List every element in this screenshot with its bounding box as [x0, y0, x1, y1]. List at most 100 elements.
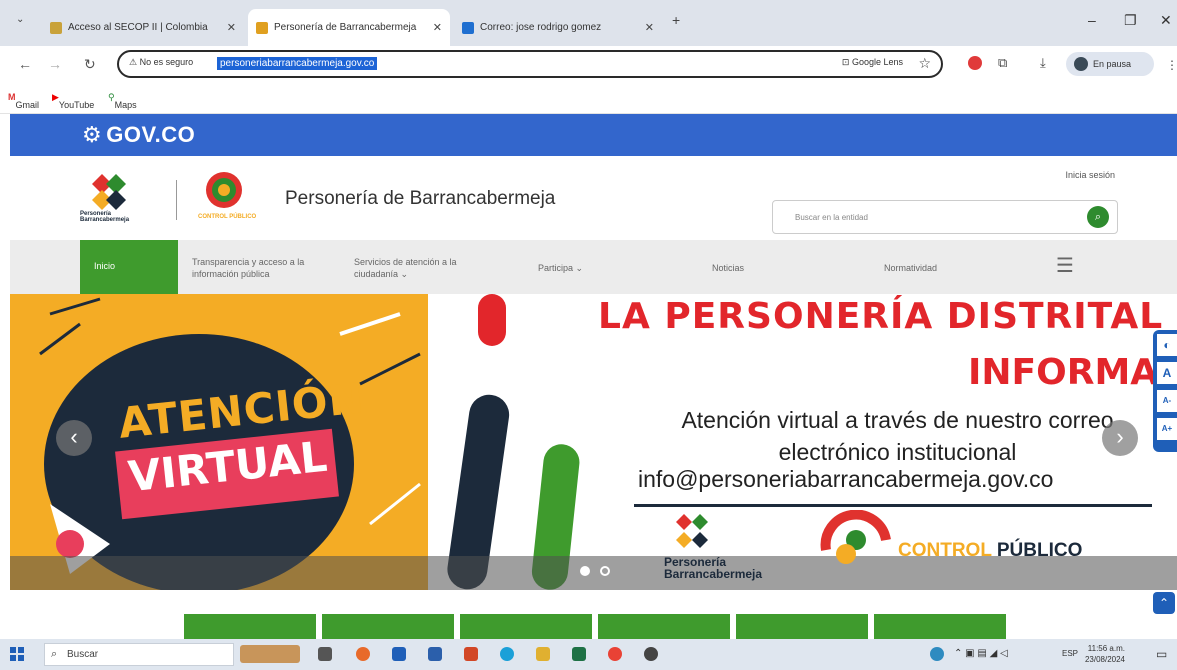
tab-title: Acceso al SECOP II | Colombia	[68, 22, 208, 33]
hamburger-menu-icon[interactable]: ☰	[1056, 253, 1074, 278]
menu-item-servicios[interactable]: Servicios de atención a la ciudadanía ⌄	[354, 256, 494, 280]
maximize-icon[interactable]: ❐	[1124, 12, 1137, 29]
url-text[interactable]: personeriabarrancabermeja.gov.co	[217, 57, 378, 70]
quick-link-tile[interactable]	[736, 614, 868, 639]
increase-font-icon[interactable]: A+	[1157, 418, 1177, 440]
menu-item-participa[interactable]: Participa ⌄	[538, 262, 583, 274]
outlook-icon[interactable]	[392, 647, 406, 661]
tab-title: Personería de Barrancabermeja	[274, 22, 417, 33]
login-link[interactable]: Inicia sesión	[1065, 170, 1115, 180]
clock-date: 23/08/2024	[1084, 655, 1125, 664]
back-icon[interactable]: ←	[18, 56, 32, 72]
profile-label: En pausa	[1093, 59, 1132, 69]
accessibility-toolbar: ◐ A A- A+	[1153, 330, 1177, 452]
windows-start-icon[interactable]	[10, 647, 24, 661]
minimize-icon[interactable]: –	[1088, 12, 1096, 28]
hero-headline-line1: LA PERSONERÍA DISTRITAL	[598, 296, 1164, 337]
windows-taskbar: ⌕ Buscar ⌃ ▣ ▤ ◢ ◁ ESP 11:56 a.m. 23/08/…	[0, 639, 1177, 670]
gov-co-bar: ⚙ GOV.CO	[10, 114, 1177, 156]
task-view-icon[interactable]	[318, 647, 332, 661]
search-icon: ⌕	[51, 648, 58, 660]
menu-item-normatividad[interactable]: Normatividad	[884, 262, 937, 274]
weather-widget-icon[interactable]	[240, 645, 300, 663]
excel-icon[interactable]	[572, 647, 586, 661]
bookmark-gmail[interactable]: M Gmail	[8, 92, 39, 110]
quick-link-tile[interactable]	[874, 614, 1006, 639]
bookmark-maps[interactable]: ⚲ Maps	[108, 92, 137, 110]
secop-favicon-icon	[50, 21, 62, 34]
download-icon[interactable]: ⤓	[1040, 55, 1046, 71]
close-window-icon[interactable]: ✕	[1160, 12, 1172, 29]
browser-menu-icon[interactable]: ⋮	[1166, 58, 1177, 72]
reload-icon[interactable]: ↻	[84, 56, 96, 73]
close-tab-icon[interactable]: ✕	[639, 21, 654, 34]
extensions-puzzle-icon[interactable]: ⧉	[998, 55, 1007, 71]
quick-link-tile[interactable]	[460, 614, 592, 639]
not-secure-label[interactable]: ⚠ No es seguro	[129, 57, 193, 68]
profile-button[interactable]: En pausa	[1066, 52, 1154, 76]
file-explorer-icon[interactable]	[536, 647, 550, 661]
quick-link-tile[interactable]	[184, 614, 316, 639]
logo-divider	[176, 180, 177, 220]
word-icon[interactable]	[428, 647, 442, 661]
carousel-next-icon[interactable]: ›	[1102, 420, 1138, 456]
tray-icons[interactable]: ⌃ ▣ ▤ ◢ ◁	[954, 648, 1008, 659]
main-menu: Inicio Transparencia y acceso a la infor…	[10, 240, 1177, 294]
search-icon[interactable]: ⌕	[1087, 206, 1109, 228]
taskbar-search-label: Buscar	[67, 649, 99, 660]
control-publico-footer-logo	[820, 510, 891, 564]
bookmark-star-icon[interactable]: ☆	[918, 55, 931, 72]
new-tab-button[interactable]: +	[672, 12, 680, 28]
footer-logo-text: Personería Barrancabermeja	[664, 555, 763, 581]
chrome-icon[interactable]	[608, 647, 622, 661]
quick-link-tile[interactable]	[598, 614, 730, 639]
language-indicator[interactable]: ESP	[1062, 649, 1078, 658]
font-size-icon[interactable]: A	[1157, 362, 1177, 384]
decrease-font-icon[interactable]: A-	[1157, 390, 1177, 412]
menu-item-transparencia[interactable]: Transparencia y acceso a la información …	[192, 256, 332, 280]
tab-correo[interactable]: Correo: jose rodrigo gomez ✕	[454, 9, 662, 46]
hero-email[interactable]: info@personeriabarrancabermeja.gov.co	[638, 466, 1053, 493]
search-placeholder: Buscar en la entidad	[795, 213, 868, 222]
gov-co-logo[interactable]: ⚙ GOV.CO	[82, 122, 195, 148]
menu-item-noticias[interactable]: Noticias	[712, 262, 744, 274]
site-search[interactable]: Buscar en la entidad ⌕	[772, 200, 1118, 234]
extension-icon[interactable]	[968, 56, 982, 70]
edge-icon[interactable]	[500, 647, 514, 661]
tab-personeria[interactable]: Personería de Barrancabermeja ✕	[248, 9, 450, 46]
scroll-to-top-icon[interactable]: ⌃	[1153, 592, 1175, 614]
settings-gear-icon[interactable]	[644, 647, 658, 661]
avatar	[1074, 57, 1088, 71]
personeria-footer-logo	[676, 514, 708, 548]
taskbar-search[interactable]: ⌕ Buscar	[44, 643, 234, 666]
address-bar[interactable]: ⚠ No es seguro personeriabarrancabermeja…	[117, 50, 943, 78]
tray-app-icon[interactable]	[930, 647, 944, 661]
close-tab-icon[interactable]: ✕	[427, 21, 442, 34]
close-tab-icon[interactable]: ✕	[221, 21, 236, 34]
google-lens-button[interactable]: ⊡ Google Lens	[842, 57, 903, 68]
tab-title: Correo: jose rodrigo gomez	[480, 22, 602, 33]
firefox-icon[interactable]	[356, 647, 370, 661]
carousel-dot-2[interactable]	[600, 566, 610, 576]
tab-search-icon[interactable]: ⌄	[16, 14, 24, 25]
logo1-caption: Personería Barrancabermeja	[80, 211, 130, 223]
menu-item-inicio[interactable]: Inicio	[80, 240, 178, 294]
notifications-icon[interactable]: ▭	[1156, 647, 1167, 661]
bookmarks-bar: M Gmail ▶ YouTube ⚲ Maps	[0, 84, 1177, 114]
contrast-icon[interactable]: ◐	[1157, 334, 1177, 356]
bookmark-youtube[interactable]: ▶ YouTube	[52, 92, 94, 110]
powerpoint-icon[interactable]	[464, 647, 478, 661]
carousel-dot-1[interactable]	[580, 566, 590, 576]
site-header: Personería Barrancabermeja CONTROL PÚBLI…	[10, 156, 1177, 240]
clock-time: 11:56 a.m.	[1087, 644, 1125, 653]
tab-secop[interactable]: Acceso al SECOP II | Colombia ✕	[42, 9, 244, 46]
outlook-favicon-icon	[462, 21, 474, 34]
hero-carousel: ATENCIÓN VIRTUAL LA PERSONERÍA DISTRITAL…	[10, 294, 1177, 590]
hero-stripes	[447, 294, 580, 590]
carousel-prev-icon[interactable]: ‹	[56, 420, 92, 456]
quick-link-tile[interactable]	[322, 614, 454, 639]
hero-headline-line2: INFORMA	[968, 352, 1159, 393]
forward-icon[interactable]: →	[48, 56, 62, 72]
screen: ⌄ Acceso al SECOP II | Colombia ✕ Person…	[0, 0, 1177, 670]
clock[interactable]: 11:56 a.m. 23/08/2024	[1085, 643, 1125, 665]
